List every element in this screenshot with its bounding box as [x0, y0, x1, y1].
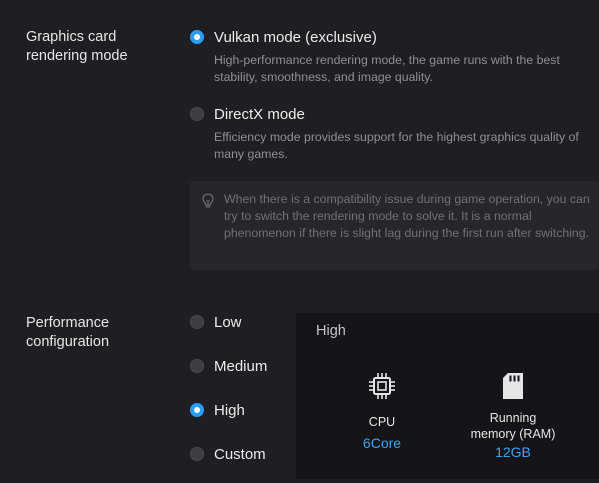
vulkan-radio[interactable]: [190, 30, 204, 44]
performance-option-custom[interactable]: Custom: [190, 444, 266, 464]
vulkan-mode-label: Vulkan mode (exclusive): [214, 28, 377, 46]
directx-mode-label: DirectX mode: [214, 105, 305, 123]
high-radio[interactable]: [190, 403, 204, 417]
vulkan-mode-description: High-performance rendering mode, the gam…: [214, 53, 560, 84]
directx-mode-option[interactable]: DirectX mode: [190, 104, 305, 124]
performance-config-label: Performance configuration: [26, 315, 110, 350]
medium-radio[interactable]: [190, 359, 204, 373]
compatibility-tip: When there is a compatibility issue duri…: [190, 181, 599, 270]
lightbulb-icon: [202, 193, 214, 208]
custom-label: Custom: [214, 445, 266, 463]
medium-label: Medium: [214, 357, 268, 375]
directx-mode-description: Efficiency mode provides support for the…: [214, 130, 579, 161]
cpu-spec: CPU 6Core: [356, 371, 408, 452]
performance-option-high[interactable]: High: [190, 400, 245, 420]
cpu-label: CPU: [368, 415, 396, 429]
settings-page: Graphics card rendering mode Vulkan mode…: [0, 0, 599, 483]
low-label: Low: [214, 313, 242, 331]
memory-card-icon: [503, 373, 523, 399]
ram-value: 12GB: [495, 444, 531, 460]
performance-level-title: High: [316, 323, 346, 339]
high-label: High: [214, 401, 245, 419]
cpu-value: 6Core: [362, 435, 402, 451]
ram-label: Running memory (RAM): [470, 411, 556, 441]
vulkan-mode-option[interactable]: Vulkan mode (exclusive): [190, 27, 377, 47]
performance-option-low[interactable]: Low: [190, 312, 242, 332]
low-radio[interactable]: [190, 315, 204, 329]
custom-radio[interactable]: [190, 447, 204, 461]
directx-radio[interactable]: [190, 107, 204, 121]
ram-spec: Running memory (RAM) 12GB: [462, 371, 564, 461]
performance-detail-card: High CPU 6Core Running memory (RAM) 12GB: [296, 313, 599, 479]
rendering-mode-label: Graphics card rendering mode: [26, 29, 128, 64]
cpu-icon: [369, 373, 395, 399]
performance-option-medium[interactable]: Medium: [190, 356, 267, 376]
compatibility-tip-text: When there is a compatibility issue duri…: [224, 192, 590, 240]
